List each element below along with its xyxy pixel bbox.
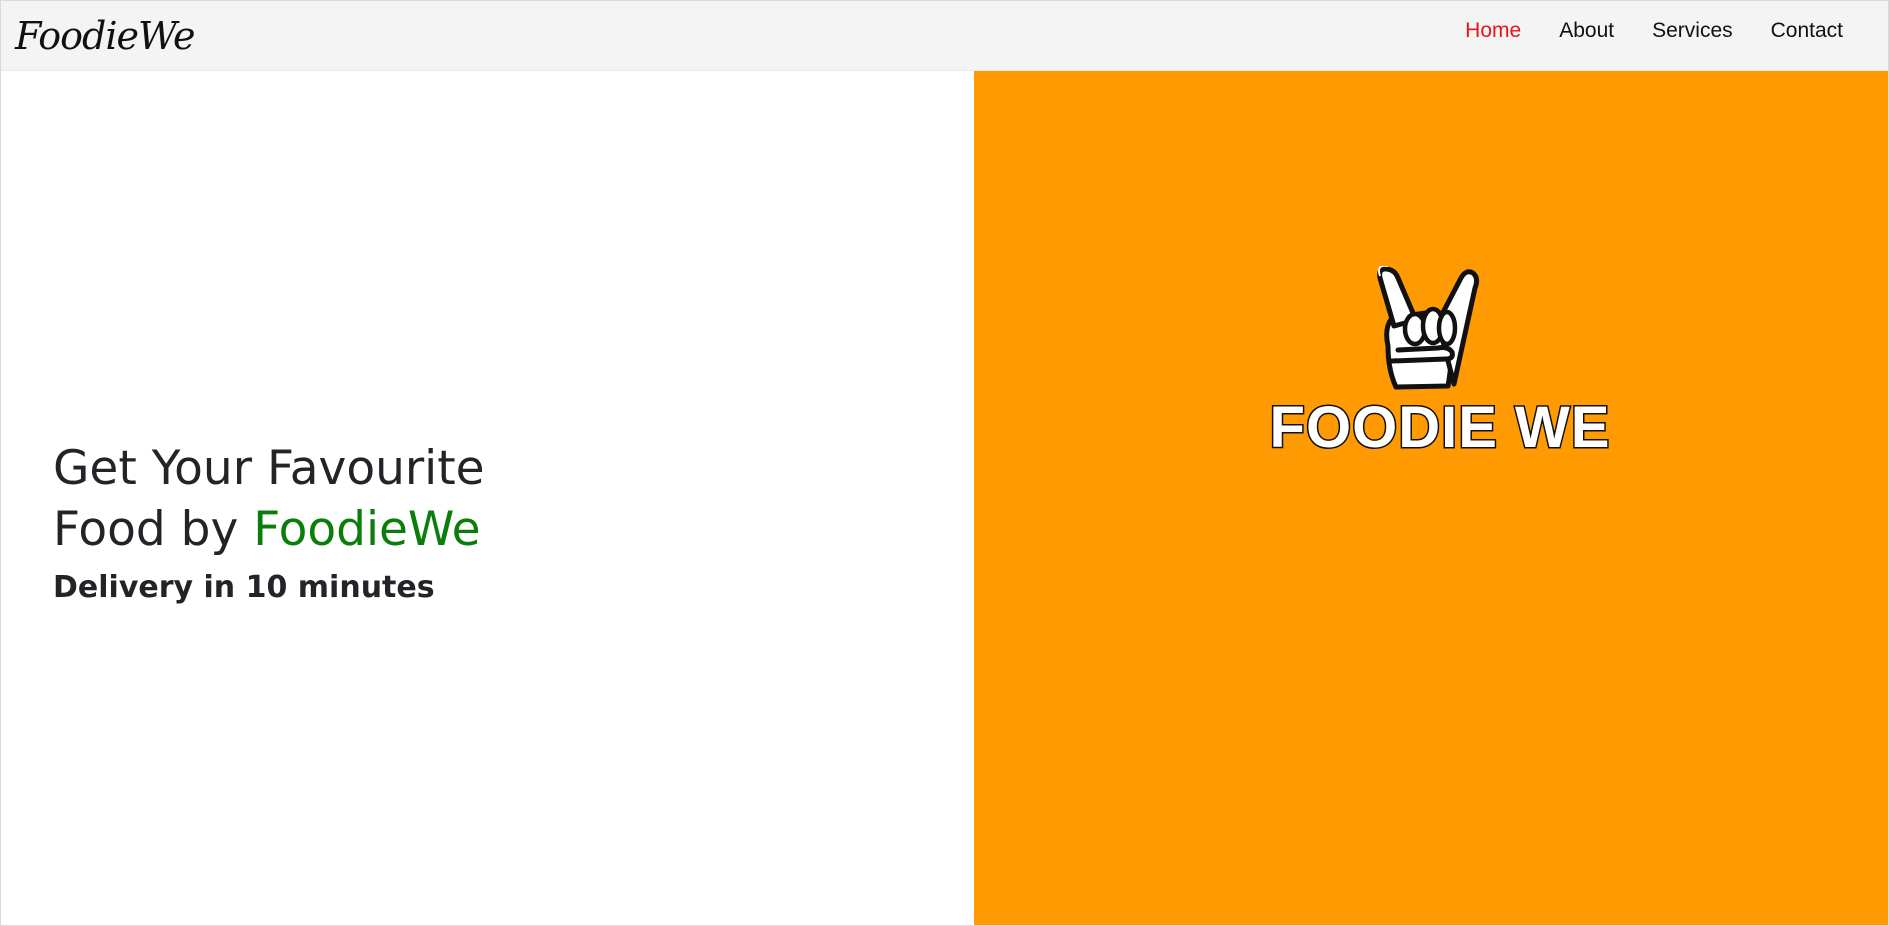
nav-link-home[interactable]: Home (1465, 19, 1521, 43)
hero-title-line1: Get Your Favourite (53, 441, 485, 496)
hero-title-line2-prefix: Food by (53, 502, 254, 557)
logo-wordmark: FOODIE WE (1268, 394, 1611, 462)
nav-link-contact[interactable]: Contact (1771, 19, 1843, 43)
hero-title-brand-accent: FoodieWe (253, 502, 481, 557)
hero-title: Get Your Favourite Food by FoodieWe (53, 438, 485, 560)
hero-subtitle: Delivery in 10 minutes (53, 570, 435, 605)
nav-links: Home About Services Contact (1465, 1, 1843, 61)
hero-text-panel: Get Your Favourite Food by FoodieWe Deli… (1, 71, 973, 925)
page-frame: FoodieWe Home About Services Contact Get… (0, 0, 1889, 926)
nav-link-services[interactable]: Services (1652, 19, 1733, 43)
nav-link-about[interactable]: About (1559, 19, 1614, 43)
navbar: FoodieWe Home About Services Contact (1, 1, 1888, 71)
rock-hand-icon (1377, 266, 1480, 390)
hero-logo-panel: FOODIE WE (974, 71, 1888, 925)
brand-logo-link[interactable]: FoodieWe (15, 13, 195, 59)
